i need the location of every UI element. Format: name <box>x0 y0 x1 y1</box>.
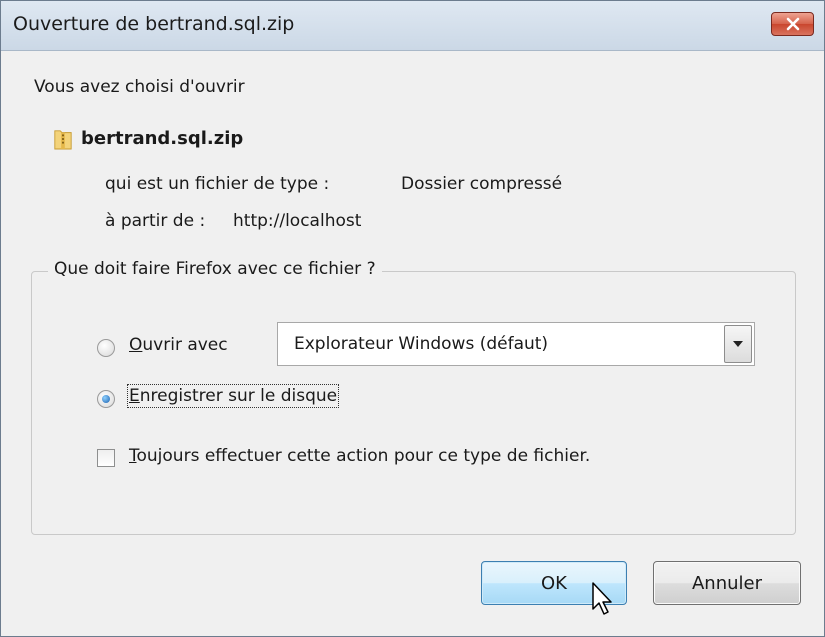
save-to-disk-radio[interactable] <box>97 390 115 408</box>
file-source-label: à partir de : <box>105 211 206 231</box>
open-with-label-rest: uvrir avec <box>142 335 228 355</box>
zip-folder-icon <box>54 130 72 150</box>
file-source-value: http://localhost <box>233 211 362 231</box>
file-name: bertrand.sql.zip <box>81 128 244 149</box>
dropdown-button[interactable] <box>724 325 752 363</box>
open-with-accesskey: O <box>129 335 143 355</box>
file-type-value: Dossier compressé <box>401 174 563 194</box>
download-dialog: Ouverture de bertrand.sql.zip Vous avez … <box>0 0 825 637</box>
title-bar[interactable]: Ouverture de bertrand.sql.zip <box>1 1 824 51</box>
save-to-disk-accesskey: E <box>129 386 140 406</box>
chevron-down-icon <box>733 341 743 347</box>
always-do-this-checkbox[interactable] <box>97 449 115 467</box>
always-label-rest: oujours effectuer cette action pour ce t… <box>136 446 591 466</box>
close-button[interactable] <box>771 12 814 36</box>
save-to-disk-label-rest: nregistrer sur le disque <box>139 386 338 406</box>
window-title: Ouverture de bertrand.sql.zip <box>13 13 295 35</box>
open-with-app-select[interactable]: Explorateur Windows (défaut) <box>277 322 755 366</box>
open-with-app-value: Explorateur Windows (défaut) <box>294 334 549 354</box>
intro-text: Vous avez choisi d'ouvrir <box>34 77 245 97</box>
always-do-this-label[interactable]: Toujours effectuer cette action pour ce … <box>129 446 590 466</box>
ok-button-label: OK <box>541 572 567 594</box>
open-with-radio[interactable] <box>97 339 115 357</box>
mouse-pointer-icon <box>592 582 612 615</box>
save-to-disk-label[interactable]: Enregistrer sur le disque <box>126 384 340 408</box>
open-with-label[interactable]: Ouvrir avec <box>129 335 228 355</box>
file-type-label: qui est un fichier de type : <box>105 174 330 194</box>
close-icon <box>786 17 799 31</box>
always-accesskey: T <box>129 446 137 466</box>
action-legend: Que doit faire Firefox avec ce fichier ? <box>48 259 382 279</box>
cancel-button[interactable]: Annuler <box>653 561 801 605</box>
cancel-button-label: Annuler <box>691 572 762 594</box>
